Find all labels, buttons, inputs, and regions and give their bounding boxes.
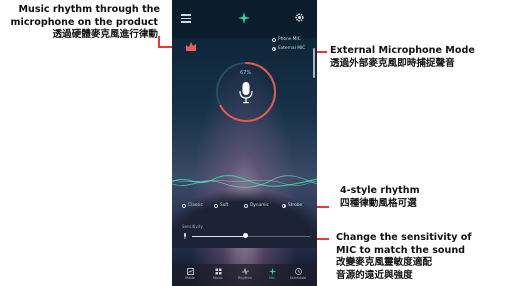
annotation-product-mic-line2: microphone on the product — [10, 16, 158, 28]
style-strobe-label: Strobe — [288, 203, 303, 208]
mic-level-text: 67% — [240, 70, 252, 76]
style-soft-label: Soft — [220, 203, 229, 208]
external-mic-label: External MIC — [278, 46, 306, 51]
annotation-sensitivity-zh1: 改變麥克風靈敏度適配 — [336, 257, 432, 268]
style-dynamic-label: Dynamic — [250, 203, 269, 208]
nav-rhythm-label: Rhythm — [237, 276, 253, 280]
phone-mic-option[interactable]: Phone MIC — [272, 37, 301, 42]
style-soft-option[interactable]: Soft — [214, 203, 228, 208]
annotation-product-mic-line1: Music rhythm through the — [18, 4, 161, 15]
nav-rhythm[interactable]: Rhythm — [235, 268, 255, 284]
phone-mic-radio[interactable] — [272, 37, 276, 42]
style-dynamic-option[interactable]: Dynamic — [244, 203, 269, 208]
phone-screen: Phone MIC External MIC 67% Classic Soft — [172, 0, 317, 286]
annotation-rhythm-en: 4-style rhythm — [340, 185, 420, 196]
nav-music[interactable]: Music — [208, 268, 228, 284]
top-bar — [172, 0, 317, 38]
bottom-nav: Mode Music Rhythm Mic Schedule — [172, 264, 317, 286]
annotation-sensitivity-zh2: 音源的遠近與強度 — [336, 269, 413, 281]
annotation-external-zh: 透過外部麥克風即時捕捉聲音 — [330, 57, 455, 69]
annotation-rhythm-zh: 四種律動風格可選 — [340, 197, 417, 209]
style-strobe-option[interactable]: Strobe — [282, 203, 302, 208]
style-soft-radio[interactable] — [214, 203, 218, 208]
music-icon — [215, 268, 221, 275]
nav-schedule[interactable]: Schedule — [288, 268, 308, 284]
nav-music-label: Music — [212, 276, 224, 280]
nav-schedule-label: Schedule — [289, 276, 307, 280]
menu-icon[interactable] — [181, 14, 191, 23]
microphone-icon[interactable] — [239, 82, 253, 104]
annotation-external-pointer — [317, 51, 327, 53]
annotation-product-mic: Music rhythm through the microphone on t… — [0, 4, 161, 42]
annotation-rhythm-pointer — [317, 206, 329, 208]
sensitivity-slider[interactable] — [182, 232, 310, 240]
mode-icon — [186, 268, 194, 275]
gear-icon[interactable] — [294, 12, 305, 23]
phone-mic-label: Phone MIC — [278, 37, 301, 42]
audio-waveform — [172, 174, 317, 188]
nav-mic-label: Mic — [268, 276, 276, 280]
annotation-product-mic-pointer-h — [158, 46, 172, 48]
annotation-sensitivity-pointer — [317, 238, 329, 240]
scrollbar[interactable] — [313, 48, 315, 78]
annotation-sensitivity: Change the sensitivity of MIC to match t… — [336, 232, 472, 282]
clock-icon — [294, 268, 302, 275]
style-classic-radio[interactable] — [182, 203, 186, 208]
sensitivity-fill — [192, 235, 246, 237]
mic-low-icon — [184, 233, 186, 239]
annotation-rhythm: 4-style rhythm 四種律動風格可選 — [340, 185, 420, 210]
style-strobe-radio[interactable] — [282, 203, 286, 208]
app-logo-icon — [238, 12, 250, 24]
style-dynamic-radio[interactable] — [244, 203, 248, 208]
annotation-external-mic: External Microphone Mode 透過外部麥克風即時捕捉聲音 — [330, 45, 475, 70]
nav-mic[interactable]: Mic — [262, 268, 282, 284]
annotation-sensitivity-line1: Change the sensitivity of — [336, 232, 472, 243]
nav-mode-label: Mode — [185, 276, 195, 280]
annotation-external-en: External Microphone Mode — [330, 45, 475, 56]
mic-tab-icon — [268, 268, 276, 275]
sensitivity-label: Sensitivity — [182, 224, 203, 229]
sensitivity-thumb[interactable] — [242, 233, 248, 238]
external-mic-radio[interactable] — [272, 46, 276, 51]
external-mic-option[interactable]: External MIC — [272, 46, 305, 51]
annotation-sensitivity-line2: MIC to match the sound — [336, 244, 466, 256]
annotation-product-mic-zh: 透過硬體麥克風進行律動 — [52, 29, 158, 40]
device-mic-icon[interactable] — [184, 39, 198, 53]
style-classic-label: Classic — [188, 203, 203, 208]
nav-mode[interactable]: Mode — [180, 268, 200, 284]
style-classic-option[interactable]: Classic — [182, 203, 203, 208]
rhythm-icon — [241, 268, 249, 275]
